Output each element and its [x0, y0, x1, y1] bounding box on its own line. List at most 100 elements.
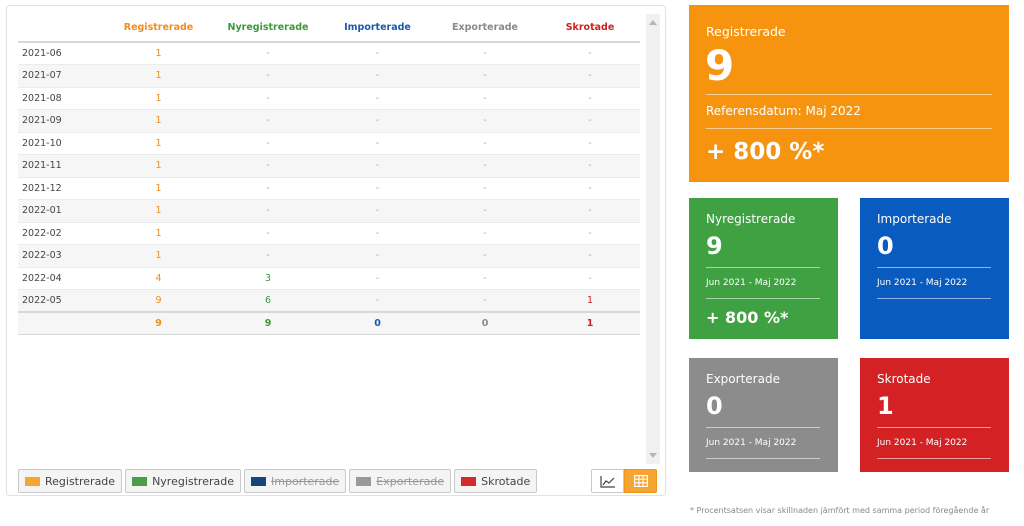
cell-registrerade: 9 [106, 289, 211, 313]
column-header-skrotade: Skrotade [540, 14, 640, 43]
card-value: 0 [706, 392, 723, 420]
cell-skrotade: - [540, 64, 640, 88]
cell-nyregistrerade: - [211, 199, 325, 223]
cell-exporterade: - [430, 42, 540, 65]
scroll-down-arrow-icon[interactable] [649, 453, 657, 458]
cell-month: 2022-04 [18, 267, 106, 290]
cell-registrerade: 1 [106, 199, 211, 223]
cell-nyregistrerade: - [211, 87, 325, 110]
cell-month: 2022-03 [18, 244, 106, 268]
cell-registrerade: 1 [106, 222, 211, 245]
cell-importerade: - [325, 132, 430, 155]
card-period: Jun 2021 - Maj 2022 [877, 278, 968, 288]
table-row: 2021-10 1- - - - [18, 132, 640, 155]
view-toggle [591, 469, 657, 493]
statistics-table: Registrerade Nyregistrerade Importerade … [18, 14, 640, 335]
totals-row: 99001 [18, 311, 640, 335]
card-reference-date: Referensdatum: Maj 2022 [706, 104, 861, 118]
legend-toggle-nyregistrerade[interactable]: Nyregistrerade [125, 469, 241, 493]
cell-exporterade: - [430, 64, 540, 88]
cell-nyregistrerade: - [211, 222, 325, 245]
legend-swatch [132, 476, 148, 486]
column-header-registrerade: Registrerade [106, 14, 211, 43]
cell-exporterade: - [430, 267, 540, 290]
cell-skrotade: - [540, 42, 640, 65]
cell-skrotade: - [540, 132, 640, 155]
cell-nyregistrerade: - [211, 154, 325, 178]
cell-skrotade: - [540, 154, 640, 178]
table-scrollbar[interactable] [646, 14, 660, 464]
cell-exporterade: - [430, 109, 540, 133]
statistics-table-panel: Registrerade Nyregistrerade Importerade … [6, 5, 666, 496]
series-legend: Registrerade Nyregistrerade Importerade Exp… [18, 469, 538, 493]
table-header-row: Registrerade Nyregistrerade Importerade … [18, 14, 640, 43]
cell-exporterade: - [430, 289, 540, 313]
cell-month: 2021-09 [18, 109, 106, 133]
legend-label: Nyregistrerade [152, 474, 234, 488]
cell-registrerade: 1 [106, 87, 211, 110]
cell-importerade: - [325, 64, 430, 88]
card-value: 9 [705, 41, 735, 90]
cell-registrerade: 1 [106, 154, 211, 178]
cell-month: 2021-08 [18, 87, 106, 110]
card-title: Exporterade [706, 372, 780, 386]
cell-importerade: - [325, 87, 430, 110]
legend-swatch [251, 476, 266, 486]
legend-toggle-skrotade[interactable]: Skrotade [454, 469, 538, 493]
total-month [18, 311, 106, 335]
legend-toggle-registrerade[interactable]: Registrerade [18, 469, 123, 493]
table-view-button[interactable] [624, 469, 657, 493]
table-row: 2021-08 1- - - - [18, 87, 640, 110]
card-divider [706, 427, 820, 428]
card-skrotade: Skrotade 1 Jun 2021 - Maj 2022 [860, 358, 1009, 472]
card-divider [706, 458, 820, 459]
cell-month: 2021-11 [18, 154, 106, 178]
cell-month: 2021-07 [18, 64, 106, 88]
card-divider [877, 267, 991, 268]
cell-importerade: - [325, 222, 430, 245]
cell-importerade: - [325, 42, 430, 65]
cell-month: 2022-01 [18, 199, 106, 223]
cell-skrotade: - [540, 177, 640, 200]
total-importerade: 0 [325, 311, 430, 335]
legend-swatch [356, 476, 372, 486]
table-scroll-area[interactable]: Registrerade Nyregistrerade Importerade … [18, 14, 646, 464]
legend-toggle-importerade[interactable]: Importerade [244, 469, 347, 493]
card-percent-change: + 800 %* [706, 139, 825, 165]
cell-nyregistrerade: - [211, 244, 325, 268]
card-title: Nyregistrerade [706, 212, 796, 226]
cell-nyregistrerade: - [211, 109, 325, 133]
chart-view-button[interactable] [591, 469, 624, 493]
scroll-up-arrow-icon[interactable] [649, 20, 657, 25]
cell-skrotade: - [540, 199, 640, 223]
legend-toggle-exporterade[interactable]: Exporterade [349, 469, 452, 493]
cell-importerade: - [325, 109, 430, 133]
cell-skrotade: - [540, 244, 640, 268]
total-registrerade: 9 [106, 311, 211, 335]
legend-label: Importerade [271, 474, 340, 488]
card-title: Skrotade [877, 372, 931, 386]
column-header-importerade: Importerade [325, 14, 430, 43]
cell-nyregistrerade: - [211, 177, 325, 200]
cell-registrerade: 1 [106, 244, 211, 268]
card-divider [706, 94, 992, 95]
cell-exporterade: - [430, 222, 540, 245]
cell-skrotade: - [540, 222, 640, 245]
table-row: 2022-01 1- - - - [18, 199, 640, 223]
card-divider [877, 458, 991, 459]
cell-exporterade: - [430, 132, 540, 155]
card-value: 0 [877, 232, 894, 260]
card-divider [706, 128, 992, 129]
column-header-nyregistrerade: Nyregistrerade [211, 14, 325, 43]
cell-registrerade: 1 [106, 109, 211, 133]
column-header-month [18, 14, 106, 43]
legend-label: Exporterade [376, 474, 445, 488]
total-nyregistrerade: 9 [211, 311, 325, 335]
cell-importerade: - [325, 267, 430, 290]
cell-importerade: - [325, 244, 430, 268]
cell-skrotade: - [540, 87, 640, 110]
cell-importerade: - [325, 177, 430, 200]
cell-exporterade: - [430, 199, 540, 223]
table-row: 2021-12 1- - - - [18, 177, 640, 200]
card-title: Importerade [877, 212, 952, 226]
